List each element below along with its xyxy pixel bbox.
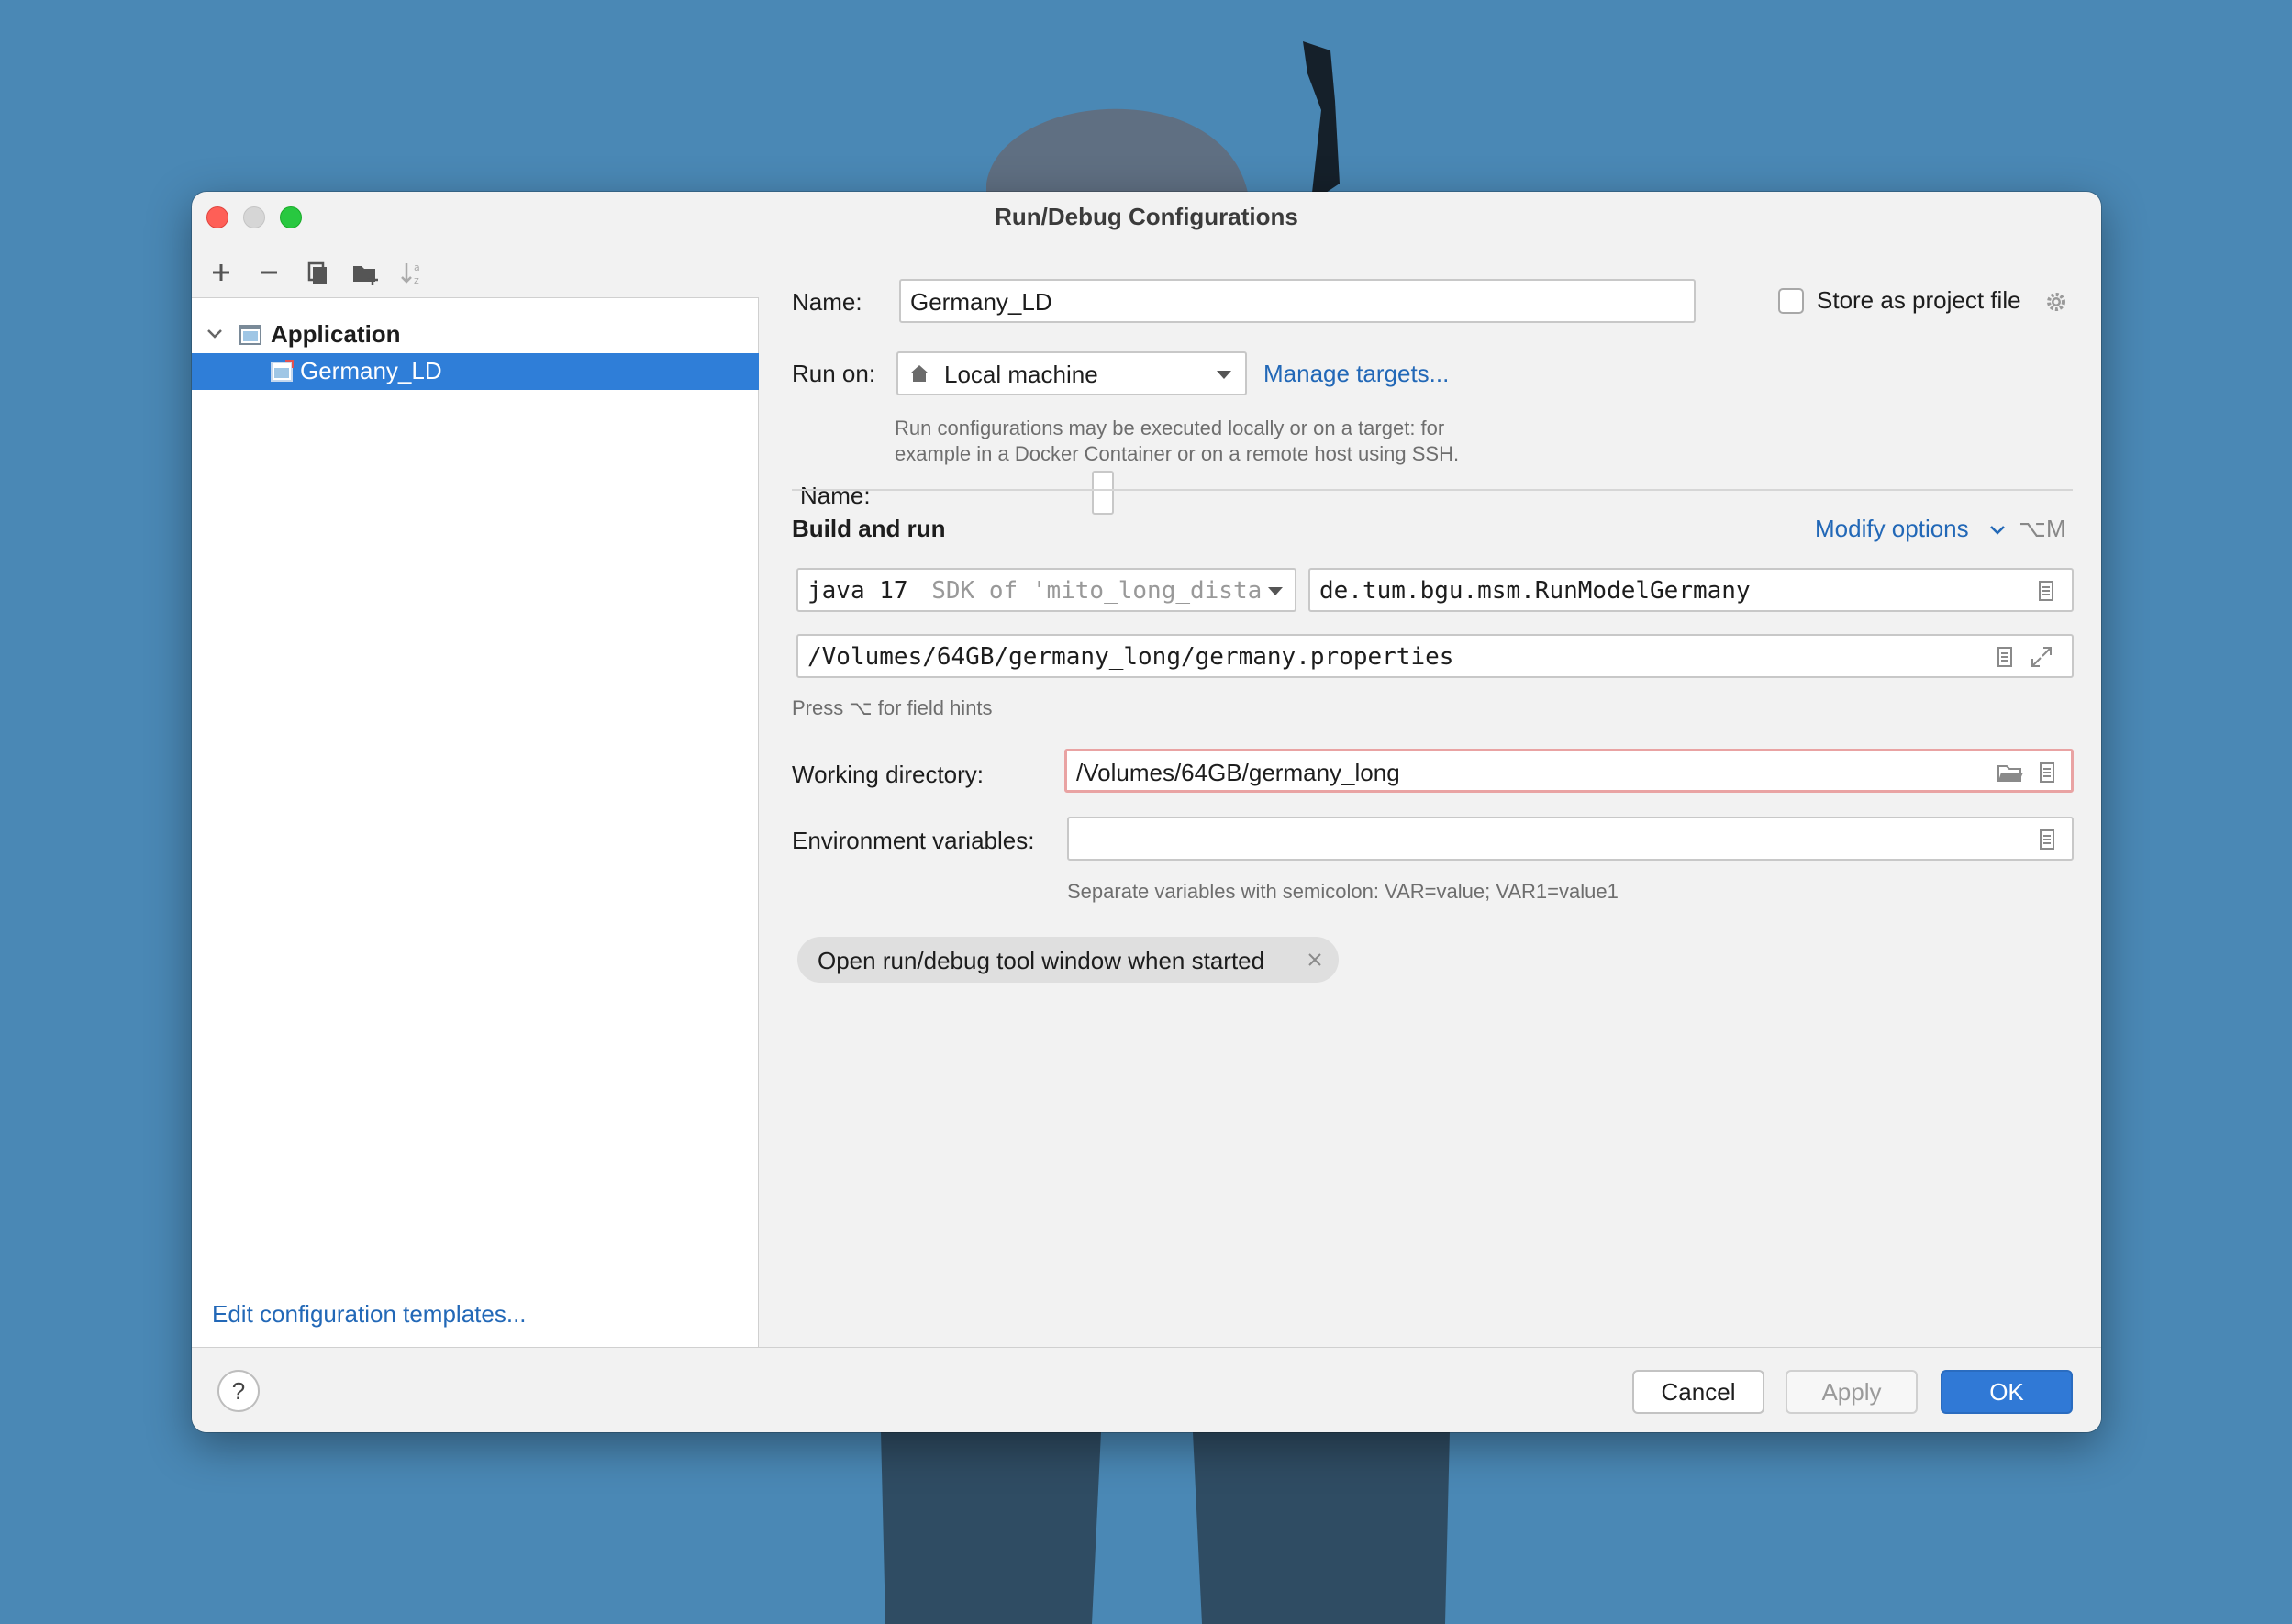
run-config-icon (271, 360, 294, 382)
tree-group-label: Application (271, 320, 401, 348)
edit-configuration-templates-link[interactable]: Edit configuration templates... (212, 1300, 527, 1329)
gear-icon[interactable] (2044, 290, 2068, 314)
modify-options-shortcut: ⌥M (2019, 515, 2066, 542)
add-icon[interactable] (205, 256, 238, 289)
modify-options-link[interactable]: Modify options (1815, 515, 1969, 543)
option-chip[interactable]: Open run/debug tool window when started (797, 937, 1339, 983)
program-arguments-field[interactable]: /Volumes/64GB/germany_long/germany.prope… (796, 634, 2074, 678)
folder-icon[interactable] (1997, 761, 2024, 784)
store-as-project-file-label[interactable]: Store as project file (1817, 286, 2021, 315)
section-divider (792, 489, 2073, 491)
browse-icon[interactable] (2034, 579, 2058, 603)
run-on-label: Run on: (792, 360, 876, 387)
name-field[interactable]: Germany_LD (899, 279, 1696, 323)
store-as-project-file-checkbox[interactable] (1778, 288, 1804, 314)
svg-text:a: a (414, 261, 420, 273)
chevron-down-icon[interactable] (1989, 524, 2006, 537)
close-icon[interactable] (1307, 951, 1323, 968)
working-directory-value: /Volumes/64GB/germany_long (1076, 759, 1400, 786)
home-icon (910, 365, 929, 382)
tree-group-application[interactable]: Application (192, 317, 759, 353)
apply-button[interactable]: Apply (1786, 1370, 1918, 1414)
svg-text:z: z (414, 274, 419, 286)
insert-macro-icon[interactable] (2035, 761, 2059, 784)
configurations-sidebar: a z Application Germany_LD Edit configur… (192, 247, 759, 1348)
copy-icon[interactable] (300, 256, 333, 289)
run-on-hint-line1: Run configurations may be executed local… (895, 417, 1445, 439)
expand-icon[interactable] (2030, 645, 2053, 669)
tree-item-germany-ld[interactable]: Germany_LD (192, 353, 759, 390)
insert-macro-icon[interactable] (1993, 645, 2017, 669)
title-bar: Run/Debug Configurations (192, 192, 2101, 243)
window-title: Run/Debug Configurations (995, 203, 1298, 230)
option-chip-label: Open run/debug tool window when started (818, 947, 1265, 974)
environment-variables-label: Environment variables: (792, 827, 1035, 854)
jdk-value: java 17 (807, 577, 908, 605)
name-label: Name: (792, 288, 862, 316)
sidebar-toolbar: a z (192, 247, 759, 298)
jdk-detail: SDK of 'mito_long_dista (931, 577, 1263, 605)
remove-icon[interactable] (252, 256, 285, 289)
jdk-dropdown[interactable]: java 17 SDK of 'mito_long_dista (796, 568, 1296, 612)
dropdown-arrow-icon (1217, 371, 1231, 379)
field-hint: Press ⌥ for field hints (792, 696, 993, 719)
dialog-button-bar: ? Cancel Apply OK (192, 1347, 2101, 1432)
application-icon (239, 325, 261, 345)
new-folder-icon[interactable] (348, 256, 381, 289)
section-title: Build and run (792, 515, 946, 542)
main-class-value: de.tum.bgu.msm.RunModelGermany (1319, 577, 1751, 605)
help-button[interactable]: ? (217, 1370, 260, 1412)
tree-item-label: Germany_LD (300, 357, 442, 384)
manage-targets-link[interactable]: Manage targets... (1263, 360, 1449, 388)
working-directory-field[interactable]: /Volumes/64GB/germany_long (1064, 749, 2074, 793)
working-directory-label: Working directory: (792, 761, 985, 788)
sort-icon[interactable]: a z (395, 256, 428, 289)
environment-variables-hint: Separate variables with semicolon: VAR=v… (1067, 880, 1619, 903)
run-on-value: Local machine (944, 361, 1098, 388)
environment-variables-field[interactable] (1067, 817, 2074, 861)
cancel-button[interactable]: Cancel (1632, 1370, 1764, 1414)
edit-variables-icon[interactable] (2035, 828, 2059, 851)
dropdown-arrow-icon (1268, 587, 1283, 595)
ok-button[interactable]: OK (1941, 1370, 2073, 1414)
main-class-field[interactable]: de.tum.bgu.msm.RunModelGermany (1308, 568, 2074, 612)
form-fields: Name: Germany_LD Store as project file R… (760, 247, 2101, 1348)
run-on-hint-line2: example in a Docker Container or on a re… (895, 442, 1460, 465)
chevron-down-icon[interactable] (205, 324, 225, 344)
run-on-dropdown[interactable]: Local machine (896, 351, 1247, 395)
program-arguments-value: /Volumes/64GB/germany_long/germany.prope… (807, 643, 1454, 671)
